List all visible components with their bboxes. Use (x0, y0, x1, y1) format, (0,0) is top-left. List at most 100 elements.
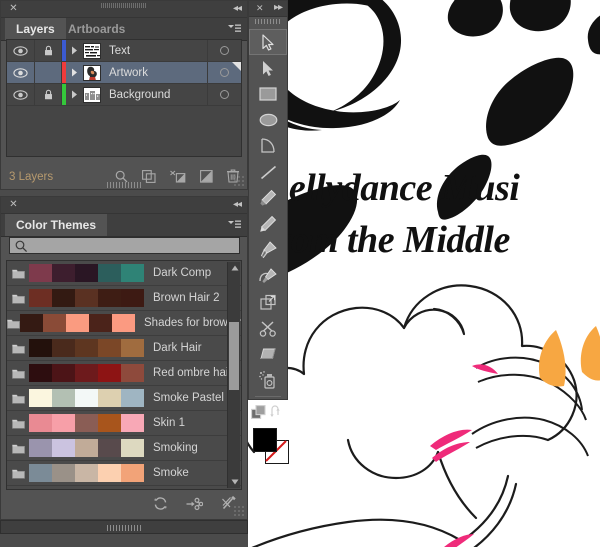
list-item[interactable]: Peach skin (7, 486, 241, 490)
layers-panel-titlebar[interactable]: ✕ ◂◂ (1, 1, 247, 18)
color-swatch[interactable] (98, 339, 121, 357)
color-swatch[interactable] (98, 389, 121, 407)
tab-color-themes[interactable]: Color Themes (5, 214, 108, 236)
scissors-tool[interactable] (249, 315, 287, 341)
expand-panel-icon[interactable]: ▸▸ (274, 2, 283, 13)
layer-name[interactable]: Background (101, 89, 207, 101)
folder-icon[interactable] (7, 393, 29, 404)
list-item[interactable]: Red ombre hair (7, 361, 241, 386)
dock-bottom-drag-strip[interactable] (0, 520, 248, 534)
tab-artboards[interactable]: Artboards (57, 18, 136, 40)
shape-modes-icon[interactable] (250, 404, 267, 420)
collapse-panel-icon[interactable]: ◂◂ (233, 3, 242, 14)
fill-color-swatch[interactable] (253, 428, 277, 452)
curvature-tool[interactable] (249, 263, 287, 289)
color-swatch[interactable] (98, 414, 121, 432)
collapse-panel-icon[interactable]: ◂◂ (233, 199, 242, 210)
color-swatch[interactable] (98, 289, 121, 307)
folder-icon[interactable] (7, 468, 29, 479)
make-clipping-mask-icon[interactable] (170, 170, 186, 183)
color-swatch[interactable] (75, 389, 98, 407)
free-transform-tool[interactable] (249, 289, 287, 315)
color-swatch[interactable] (89, 314, 112, 332)
pencil-tool[interactable] (249, 211, 287, 237)
color-swatch[interactable] (52, 339, 75, 357)
target-circle-icon[interactable] (207, 40, 241, 61)
theme-swatch-group[interactable] (29, 414, 144, 432)
theme-swatch-group[interactable] (20, 314, 135, 332)
swap-fill-stroke-icon[interactable] (270, 405, 285, 419)
lock-slot-empty[interactable] (35, 62, 62, 83)
color-swatch[interactable] (112, 314, 135, 332)
rectangle-tool[interactable] (249, 81, 287, 107)
panel-menu-icon[interactable] (226, 23, 242, 35)
table-row[interactable]: Background (7, 84, 241, 106)
color-swatch[interactable] (98, 439, 121, 457)
lock-icon[interactable] (35, 40, 62, 61)
theme-swatch-group[interactable] (29, 264, 144, 282)
theme-swatch-group[interactable] (29, 389, 144, 407)
list-item[interactable]: Dark Hair (7, 336, 241, 361)
color-swatch[interactable] (52, 289, 75, 307)
color-swatch[interactable] (121, 439, 144, 457)
selection-tool[interactable] (249, 29, 287, 55)
color-swatch[interactable] (98, 489, 121, 490)
line-segment-tool[interactable] (249, 159, 287, 185)
theme-swatch-group[interactable] (29, 289, 144, 307)
scrollbar-thumb[interactable] (229, 322, 239, 390)
layer-name[interactable]: Text (101, 45, 207, 57)
color-swatch[interactable] (121, 464, 144, 482)
color-swatch[interactable] (75, 489, 98, 490)
folder-icon[interactable] (7, 368, 29, 379)
folder-icon[interactable] (7, 293, 29, 304)
color-swatch[interactable] (29, 264, 52, 282)
color-swatch[interactable] (75, 289, 98, 307)
table-row[interactable]: Artwork (7, 62, 241, 84)
dock-drag-handle[interactable] (107, 525, 141, 531)
document-canvas[interactable]: Bellydance Musi from the Middle (240, 0, 600, 547)
close-icon[interactable]: ✕ (9, 200, 18, 210)
color-swatch[interactable] (98, 464, 121, 482)
folder-icon[interactable] (7, 268, 29, 279)
triangle-down-icon[interactable] (228, 476, 241, 488)
color-swatch[interactable] (121, 389, 144, 407)
panel-bottom-drag-handle[interactable] (107, 182, 141, 188)
color-swatch[interactable] (52, 439, 75, 457)
close-icon[interactable]: ✕ (9, 4, 18, 14)
color-swatch[interactable] (75, 414, 98, 432)
layers-list[interactable]: Text Artwork Background (6, 39, 242, 157)
color-swatch[interactable] (43, 314, 66, 332)
color-swatch[interactable] (121, 414, 144, 432)
ellipse-tool[interactable] (249, 107, 287, 133)
color-swatch[interactable] (52, 464, 75, 482)
themes-scrollbar[interactable] (227, 262, 240, 488)
color-swatch[interactable] (29, 364, 52, 382)
tools-drag-grip[interactable] (255, 19, 281, 24)
add-to-swatches-icon[interactable] (186, 497, 203, 511)
theme-swatch-group[interactable] (29, 464, 144, 482)
list-item[interactable]: Shades for brown hair (7, 311, 241, 336)
triangle-right-icon[interactable] (66, 68, 83, 77)
theme-swatch-group[interactable] (29, 364, 144, 382)
lock-icon[interactable] (35, 84, 62, 105)
target-circle-icon[interactable] (207, 62, 241, 83)
color-swatch[interactable] (29, 414, 52, 432)
list-item[interactable]: Smoke Pastel (7, 386, 241, 411)
collect-for-export-icon[interactable] (142, 169, 156, 183)
folder-icon[interactable] (7, 418, 29, 429)
color-swatch[interactable] (75, 339, 98, 357)
eye-icon[interactable] (7, 84, 35, 105)
create-new-layer-icon[interactable] (200, 169, 213, 183)
color-themes-list[interactable]: Dark Comp Brown Hair 2 Shades for brown ha… (6, 260, 242, 490)
eraser-tool[interactable] (249, 341, 287, 367)
artboard[interactable]: Bellydance Musi from the Middle (240, 0, 600, 547)
color-swatch[interactable] (98, 264, 121, 282)
close-icon[interactable]: ✕ (256, 3, 264, 14)
locate-object-icon[interactable] (115, 170, 128, 183)
folder-icon[interactable] (7, 443, 29, 454)
folder-icon[interactable] (7, 343, 29, 354)
color-swatch[interactable] (66, 314, 89, 332)
themes-panel-titlebar[interactable]: ✕ ◂◂ (1, 197, 247, 214)
color-swatch[interactable] (29, 464, 52, 482)
triangle-right-icon[interactable] (66, 46, 83, 55)
